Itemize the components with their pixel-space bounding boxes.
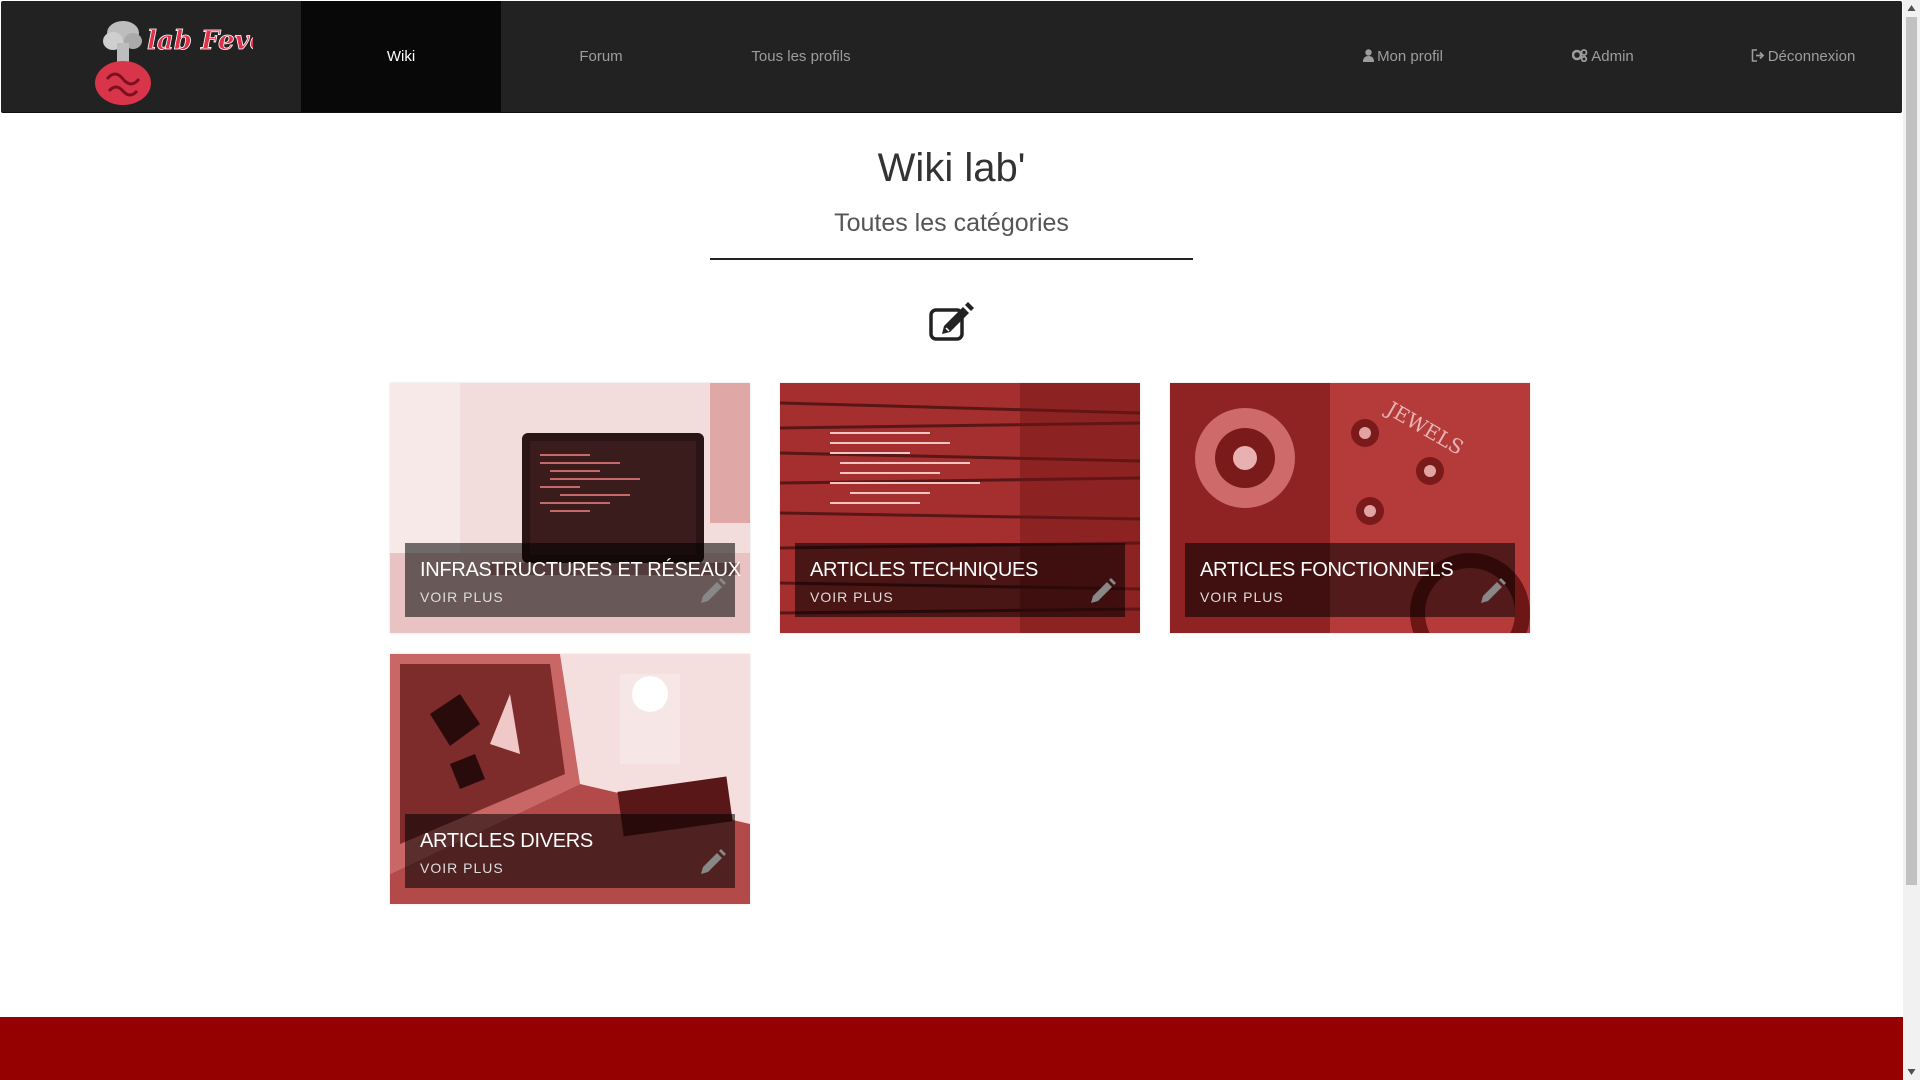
edit-icon[interactable]: [928, 302, 974, 342]
nav-admin[interactable]: Admin: [1503, 1, 1703, 112]
pencil-icon[interactable]: [1477, 577, 1507, 607]
card-title: ARTICLES FONCTIONNELS: [1200, 559, 1454, 581]
card-caption: ARTICLES TECHNIQUES VOIR PLUS: [795, 543, 1125, 617]
voir-plus-link[interactable]: VOIR PLUS: [420, 860, 504, 876]
nav-my-profile[interactable]: Mon profil: [1303, 1, 1503, 112]
scrollbar-thumb[interactable]: [1906, 17, 1917, 885]
gears-icon: [1572, 49, 1588, 62]
card-title: INFRASTRUCTURES ET RÉSEAUX: [420, 559, 741, 581]
nav-admin-label: Admin: [1591, 48, 1634, 65]
category-card-infrastructures[interactable]: INFRASTRUCTURES ET RÉSEAUX VOIR PLUS: [390, 383, 750, 633]
card-title: ARTICLES DIVERS: [420, 830, 593, 852]
card-caption: ARTICLES DIVERS VOIR PLUS: [405, 814, 735, 888]
nav-wiki[interactable]: Wiki: [301, 1, 501, 112]
voir-plus-link[interactable]: VOIR PLUS: [810, 589, 894, 605]
user-icon: [1363, 49, 1375, 62]
nav-wiki-label: Wiki: [386, 48, 416, 65]
scroll-down-arrow-icon[interactable]: [1903, 1063, 1920, 1080]
logo-text: lab Fever: [147, 26, 253, 56]
page: lab Fever Wiki Forum Tous les profils Mo…: [0, 0, 1903, 1080]
footer-bar: [0, 1017, 1903, 1080]
sign-out-icon: [1751, 49, 1764, 62]
card-caption: INFRASTRUCTURES ET RÉSEAUX VOIR PLUS: [405, 543, 741, 617]
nav-all-profiles-label: Tous les profils: [751, 48, 851, 65]
pencil-icon[interactable]: [697, 848, 727, 878]
card-caption: ARTICLES FONCTIONNELS VOIR PLUS: [1185, 543, 1515, 617]
page-subtitle: Toutes les catégories: [834, 209, 1069, 237]
page-title: Wiki lab': [877, 146, 1026, 190]
nav-logout[interactable]: Déconnexion: [1703, 1, 1903, 112]
voir-plus-link[interactable]: VOIR PLUS: [1200, 589, 1284, 605]
top-navbar: lab Fever Wiki Forum Tous les profils Mo…: [1, 1, 1902, 113]
voir-plus-link[interactable]: VOIR PLUS: [420, 589, 504, 605]
title-divider: [710, 258, 1193, 260]
lab-fever-logo[interactable]: lab Fever: [93, 11, 253, 107]
vertical-scrollbar[interactable]: [1903, 0, 1920, 1080]
scroll-up-arrow-icon[interactable]: [1903, 0, 1920, 17]
category-card-divers[interactable]: ARTICLES DIVERS VOIR PLUS: [390, 654, 750, 904]
category-card-fonctionnels[interactable]: JEWELS ARTICLES FONCTIONNELS VOIR PLUS: [1170, 383, 1530, 633]
pencil-icon[interactable]: [697, 577, 727, 607]
pencil-icon[interactable]: [1087, 577, 1117, 607]
nav-forum[interactable]: Forum: [501, 1, 701, 112]
nav-forum-label: Forum: [579, 48, 623, 65]
card-title: ARTICLES TECHNIQUES: [810, 559, 1039, 581]
nav-my-profile-label: Mon profil: [1377, 48, 1443, 65]
nav-all-profiles[interactable]: Tous les profils: [701, 1, 901, 112]
nav-logout-label: Déconnexion: [1767, 48, 1856, 65]
category-card-techniques[interactable]: ARTICLES TECHNIQUES VOIR PLUS: [780, 383, 1140, 633]
